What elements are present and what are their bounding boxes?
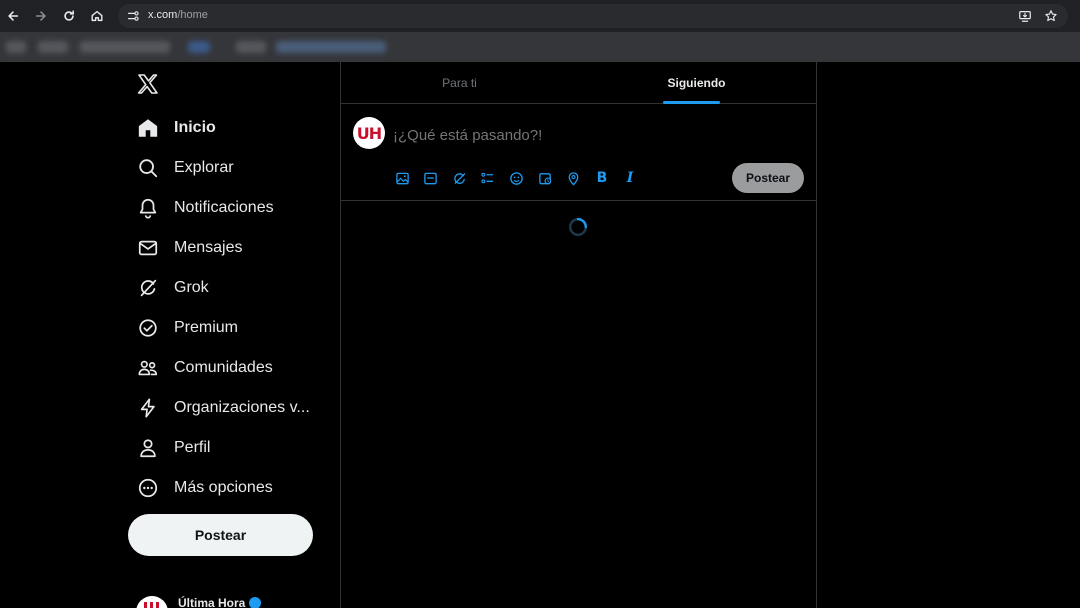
arrow-right-icon — [35, 11, 46, 21]
bookmark-star-icon[interactable] — [1044, 9, 1058, 23]
sidebar-item-explorar[interactable]: Explorar — [136, 153, 234, 183]
sidebar-item-inicio[interactable]: Inicio — [136, 113, 216, 143]
back-button[interactable] — [3, 6, 23, 26]
post-button[interactable]: Postear — [128, 514, 313, 556]
browser-home-icon — [91, 10, 103, 22]
mail-icon — [136, 236, 160, 260]
more-circle-icon — [136, 476, 160, 500]
home-button[interactable] — [87, 6, 107, 26]
sidebar-item-label: Mensajes — [174, 239, 243, 256]
account-switcher[interactable]: Última Hora — [136, 596, 262, 608]
sidebar-item-mensajes[interactable]: Mensajes — [136, 233, 242, 263]
location-pin-icon — [568, 171, 578, 186]
arrow-left-icon — [8, 11, 19, 21]
bookmark-item[interactable] — [188, 41, 210, 53]
location-button[interactable] — [564, 169, 582, 187]
communities-icon — [136, 356, 160, 380]
person-icon — [136, 436, 160, 460]
grok-icon — [136, 276, 160, 300]
home-icon — [136, 116, 160, 140]
bold-icon: B — [596, 170, 608, 186]
compose-input[interactable] — [393, 124, 793, 146]
url-text: x.com/home — [148, 9, 208, 21]
sidebar-item-label: Perfil — [174, 439, 211, 456]
address-bar[interactable]: x.com/home — [118, 4, 1068, 28]
browser-chrome: x.com/home — [0, 0, 1080, 62]
avatar[interactable]: UH — [353, 117, 385, 149]
install-app-icon[interactable] — [1018, 9, 1032, 23]
bell-icon — [136, 196, 160, 220]
sidebar-item-label: Grok — [174, 279, 209, 296]
bold-button[interactable]: B — [593, 169, 611, 187]
url-path: /home — [177, 9, 208, 21]
poll-icon — [480, 172, 493, 183]
media-button[interactable] — [393, 169, 411, 187]
italic-button[interactable]: I — [621, 169, 639, 187]
timeline-tabs: Para ti Siguiendo — [341, 62, 816, 104]
site-settings-icon[interactable] — [126, 9, 140, 23]
reload-button[interactable] — [59, 6, 79, 26]
browser-toolbar: x.com/home — [0, 0, 1080, 32]
gif-button[interactable] — [421, 169, 439, 187]
gif-icon — [423, 172, 437, 184]
sidebar-item-label: Explorar — [174, 159, 234, 176]
reload-icon — [64, 10, 74, 21]
sidebar-item-notificaciones[interactable]: Notificaciones — [136, 193, 274, 223]
bookmark-item[interactable] — [38, 41, 68, 53]
tab-siguiendo[interactable]: Siguiendo — [578, 62, 815, 104]
account-name-text: Última Hora — [178, 596, 246, 608]
main-timeline: Para ti Siguiendo UH ¡¿Qué está pasando?… — [340, 62, 817, 608]
sidebar-item-premium[interactable]: Premium — [136, 313, 238, 343]
avatar — [136, 596, 168, 608]
bookmark-item[interactable] — [276, 41, 386, 53]
compose-post-button[interactable]: Postear — [732, 163, 804, 193]
sidebar-item-grok[interactable]: Grok — [136, 273, 209, 303]
bookmark-item[interactable] — [80, 41, 170, 53]
sidebar-item-label: Comunidades — [174, 359, 273, 376]
poll-button[interactable] — [478, 169, 496, 187]
x-logo-icon[interactable] — [136, 72, 160, 96]
grok-button[interactable] — [450, 169, 468, 187]
url-host: x.com — [148, 9, 178, 21]
emoji-button[interactable] — [507, 169, 525, 187]
lightning-icon — [136, 396, 160, 420]
grok-icon — [453, 172, 465, 184]
forward-button[interactable] — [31, 6, 51, 26]
bookmark-item[interactable] — [6, 41, 26, 53]
sidebar-item-comunidades[interactable]: Comunidades — [136, 353, 273, 383]
sidebar-item-mas-opciones[interactable]: Más opciones — [136, 473, 273, 503]
sidebar-item-label: Inicio — [174, 119, 216, 136]
sidebar-item-label: Organizaciones v... — [174, 399, 310, 416]
verified-badge-icon — [249, 597, 262, 608]
sidebar-item-organizaciones[interactable]: Organizaciones v... — [136, 393, 310, 423]
sidebar-item-label: Notificaciones — [174, 199, 274, 216]
schedule-button[interactable] — [536, 169, 554, 187]
active-tab-indicator — [663, 101, 720, 104]
italic-icon: I — [626, 170, 634, 186]
sidebar-item-label: Premium — [174, 319, 239, 336]
tab-para-ti[interactable]: Para ti — [341, 62, 578, 104]
premium-icon — [136, 316, 160, 340]
post-composer: UH B — [341, 105, 816, 201]
schedule-icon — [538, 172, 551, 184]
account-name: Última Hora — [178, 596, 262, 608]
sidebar-item-label: Más opciones — [174, 479, 273, 496]
image-icon — [395, 172, 409, 184]
emoji-icon — [509, 171, 523, 185]
sidebar-item-perfil[interactable]: Perfil — [136, 433, 210, 463]
bookmark-item[interactable] — [236, 41, 266, 53]
loading-spinner-icon — [569, 218, 587, 236]
avatar-initials: UH — [356, 123, 382, 143]
search-icon — [136, 156, 160, 180]
bookmarks-bar — [0, 32, 1080, 62]
